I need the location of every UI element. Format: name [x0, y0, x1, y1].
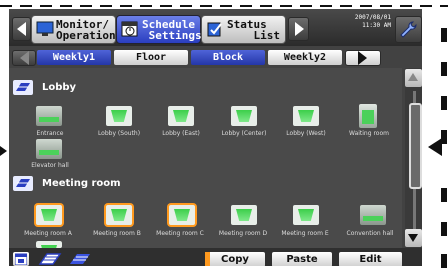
controller-screen: Monitor/ Operation Schedule Settings Sta… — [9, 9, 422, 266]
right-pointer-icon — [428, 138, 442, 156]
calendar-button[interactable] — [13, 252, 29, 266]
status-list-button[interactable]: Status List — [201, 15, 286, 44]
unit-meeting-room-c[interactable] — [169, 205, 195, 225]
arrow-right-icon — [295, 22, 304, 36]
monitor-operation-label: Monitor/ Operation — [56, 18, 116, 42]
unit-partial[interactable] — [36, 241, 62, 248]
unit-label: Convention hall — [346, 230, 394, 237]
unit-label: Lobby (Center) — [221, 130, 267, 137]
unit-label: Lobby (South) — [97, 130, 141, 137]
status-list-label: Status List — [227, 18, 280, 42]
group-title-meeting-room: Meeting room — [42, 178, 121, 189]
arrow-left-icon — [20, 51, 29, 65]
group-outline-icon — [38, 253, 62, 265]
tab-weekly1[interactable]: Weekly1 — [37, 50, 111, 65]
status-list-icon — [207, 22, 222, 37]
unit-meeting-room-d[interactable] — [231, 205, 257, 225]
scroll-down-button[interactable] — [405, 229, 422, 247]
group-icon — [13, 80, 33, 95]
copy-label: Copy — [221, 254, 249, 265]
edit-label: Edit — [359, 254, 382, 265]
unit-label: Meeting room B — [93, 230, 141, 237]
arrow-up-icon — [408, 73, 418, 81]
clock: 2007/08/01 11:30 AM — [347, 14, 391, 30]
unit-label: Entrance — [36, 130, 64, 137]
arrow-right-icon — [358, 51, 367, 65]
settings-button[interactable] — [395, 16, 422, 43]
copy-accent — [205, 252, 210, 266]
tab-block[interactable]: Block — [191, 50, 265, 65]
all-groups-button[interactable] — [67, 252, 93, 266]
unit-label: Meeting room A — [24, 230, 72, 237]
unit-label: Lobby (East) — [162, 130, 200, 137]
arrow-down-icon — [408, 234, 418, 242]
arrow-left-icon — [17, 22, 26, 36]
date-text: 2007/08/01 — [354, 14, 391, 21]
wrench-icon — [400, 21, 417, 38]
unit-lobby-west[interactable] — [293, 106, 319, 126]
paste-button[interactable]: Paste — [272, 252, 332, 266]
unit-label: Lobby (West) — [286, 130, 326, 137]
unit-convention-hall[interactable] — [360, 205, 386, 225]
tab-weekly2[interactable]: Weekly2 — [268, 50, 342, 65]
unit-lobby-center[interactable] — [231, 106, 257, 126]
unit-label: Meeting room D — [218, 230, 268, 237]
prev-mode-button[interactable] — [12, 17, 31, 41]
group-title-lobby: Lobby — [42, 82, 77, 93]
edit-button[interactable]: Edit — [339, 252, 402, 266]
top-dashed-border — [0, 5, 448, 7]
tab-next-button[interactable] — [345, 50, 381, 66]
next-mode-button[interactable] — [288, 17, 309, 41]
schedule-icon — [121, 21, 138, 37]
unit-label: Meeting room E — [281, 230, 329, 237]
paste-label: Paste — [286, 254, 318, 265]
unit-label: Waiting room — [349, 130, 389, 137]
unit-meeting-room-b[interactable] — [106, 205, 132, 225]
unit-waiting-room[interactable] — [359, 104, 377, 128]
scroll-up-button[interactable] — [405, 69, 422, 87]
group-header-lobby[interactable]: Lobby — [9, 79, 402, 97]
group-header-meeting-room[interactable]: Meeting room — [9, 175, 402, 193]
unit-meeting-room-a[interactable] — [36, 205, 62, 225]
unit-meeting-room-e[interactable] — [293, 205, 319, 225]
schedule-settings-button[interactable]: Schedule Settings — [116, 15, 202, 44]
unit-lobby-east[interactable] — [168, 106, 194, 126]
all-groups-icon — [70, 254, 90, 264]
group-view-button[interactable] — [37, 252, 63, 266]
monitor-icon — [36, 21, 54, 36]
scroll-thumb[interactable] — [409, 103, 422, 189]
schedule-settings-label: Schedule Settings — [142, 18, 202, 42]
unit-entrance[interactable] — [36, 106, 62, 126]
copy-button[interactable]: Copy — [205, 252, 265, 266]
monitor-operation-button[interactable]: Monitor/ Operation — [31, 15, 116, 44]
group-icon — [13, 176, 33, 191]
unit-label: Elevator hall — [31, 162, 69, 169]
left-pointer-icon — [0, 146, 7, 156]
tab-prev-button[interactable] — [12, 50, 36, 66]
calendar-icon — [15, 253, 27, 265]
unit-label: Meeting room C — [156, 230, 204, 237]
tab-floor[interactable]: Floor — [114, 50, 188, 65]
unit-lobby-south[interactable] — [106, 106, 132, 126]
unit-elevator-hall[interactable] — [36, 139, 62, 159]
time-text: 11:30 AM — [362, 22, 391, 29]
